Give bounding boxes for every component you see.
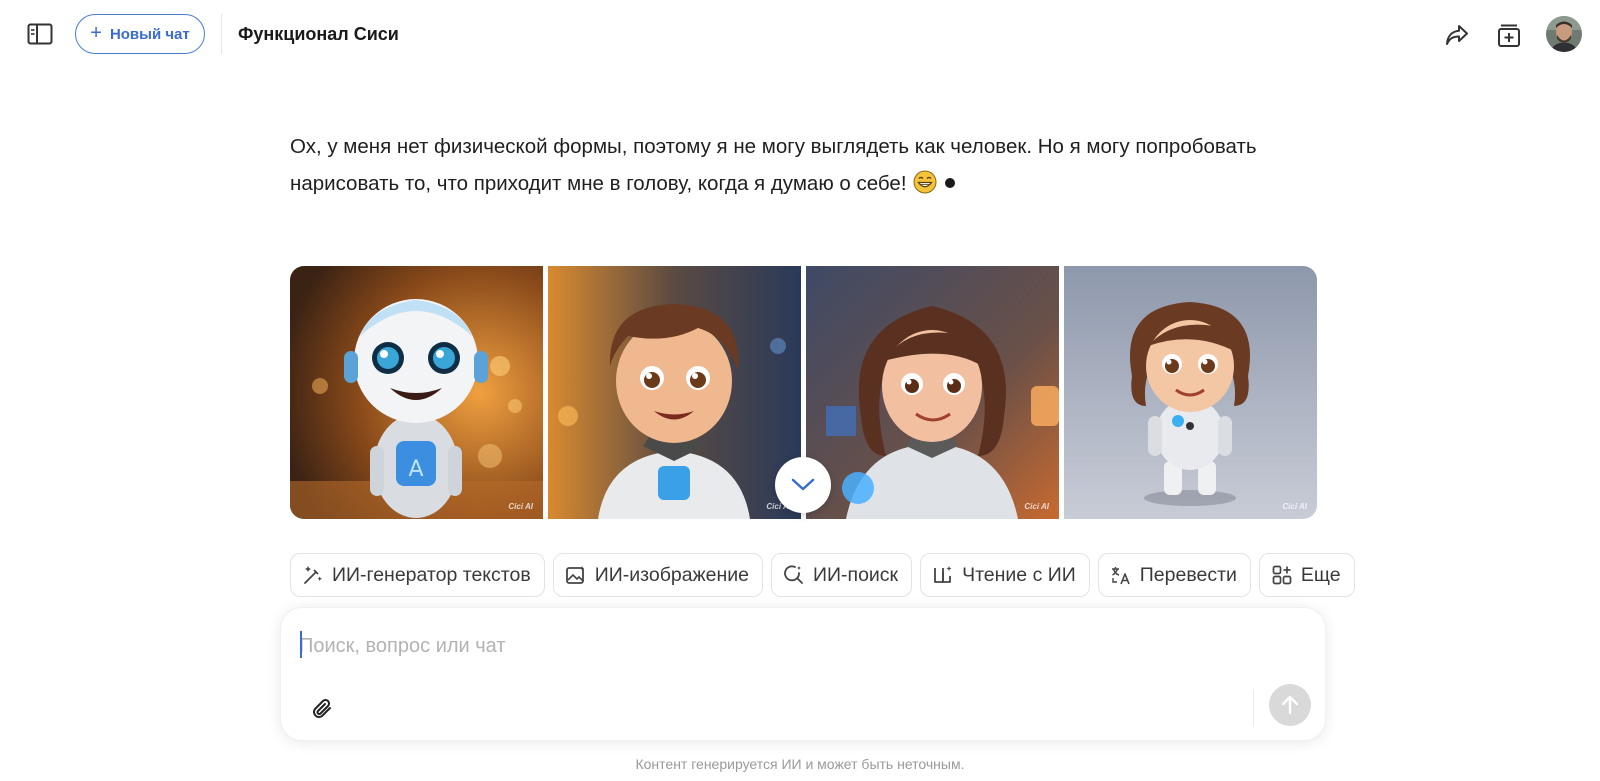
grid-plus-icon <box>1272 565 1292 585</box>
sidebar-toggle-icon[interactable] <box>26 20 54 48</box>
magic-pen-icon <box>304 566 322 584</box>
boy-robot-image[interactable]: Cici AI <box>548 266 801 519</box>
user-avatar[interactable] <box>1546 16 1582 52</box>
ai-disclaimer: Контент генерируется ИИ и может быть нет… <box>635 756 965 772</box>
chat-input[interactable] <box>299 626 1279 666</box>
tool-label: ИИ-изображение <box>594 563 749 586</box>
robot-mascot-image[interactable]: A Cici AI <box>290 266 543 519</box>
watermark: Cici AI <box>1024 502 1049 511</box>
typing-indicator <box>944 178 955 188</box>
tool-ai-reading[interactable]: Чтение с ИИ <box>920 553 1090 597</box>
tool-label: ИИ-генератор текстов <box>332 563 531 586</box>
watermark: Cici AI <box>1282 502 1307 511</box>
message-composer <box>280 607 1326 741</box>
tool-translate[interactable]: Перевести <box>1097 553 1251 597</box>
book-sparkle-icon <box>934 566 952 583</box>
tool-chips: ИИ-генератор текстов ИИ-изображение ИИ-п… <box>290 553 1355 597</box>
header-divider <box>221 14 222 54</box>
send-button[interactable] <box>1269 684 1311 726</box>
tool-label: ИИ-поиск <box>812 563 899 586</box>
tool-more[interactable]: Еще <box>1258 553 1355 597</box>
watermark: Cici AI <box>508 502 533 511</box>
grinning-face-emoji-icon <box>913 169 937 194</box>
image-icon <box>565 566 585 584</box>
add-to-collection-icon[interactable] <box>1494 20 1524 50</box>
tool-label: Перевести <box>1139 563 1237 586</box>
assistant-message: Ох, у меня нет физической формы, поэтому… <box>290 128 1310 202</box>
tool-label: Еще <box>1300 563 1341 586</box>
tool-image-generator[interactable]: ИИ-изображение <box>552 553 763 597</box>
share-icon[interactable] <box>1442 20 1472 50</box>
text-caret <box>300 631 302 658</box>
tool-text-generator[interactable]: ИИ-генератор текстов <box>290 553 545 597</box>
arrow-up-icon <box>1281 695 1299 715</box>
tool-label: Чтение с ИИ <box>962 563 1076 586</box>
composer-divider <box>1253 690 1254 726</box>
search-sparkle-icon <box>784 565 803 584</box>
tool-ai-search[interactable]: ИИ-поиск <box>770 553 913 597</box>
attach-icon[interactable] <box>307 694 337 724</box>
translate-icon <box>1111 567 1130 585</box>
scroll-down-button[interactable] <box>775 457 831 513</box>
plus-icon: + <box>90 22 102 44</box>
top-bar: + Новый чат Функционал Сиси <box>0 0 1600 70</box>
chat-title: Функционал Сиси <box>238 24 399 44</box>
girl-robot-image[interactable]: Cici AI <box>806 266 1059 519</box>
new-chat-button[interactable]: + Новый чат <box>75 14 205 54</box>
chevron-down-icon <box>791 478 815 491</box>
small-girl-robot-image[interactable]: Cici AI <box>1064 266 1317 519</box>
new-chat-label: Новый чат <box>109 25 190 43</box>
svg-text:A: A <box>408 457 423 482</box>
message-text: Ох, у меня нет физической формы, поэтому… <box>290 135 1257 195</box>
